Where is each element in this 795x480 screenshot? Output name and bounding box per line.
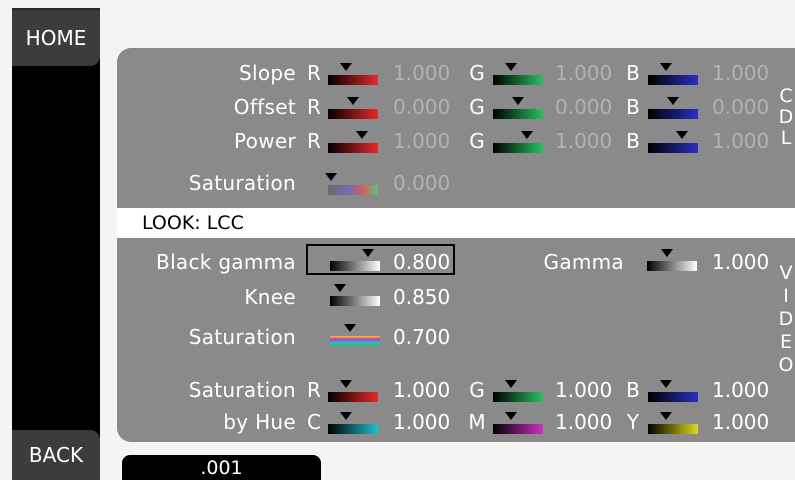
- power-b-letter: B: [626, 129, 640, 153]
- gamma-label: Gamma: [543, 250, 624, 274]
- cdl-letter-c: C: [779, 85, 793, 107]
- offset-r-letter: R: [307, 95, 321, 119]
- slope-b-value: 1.000: [712, 61, 770, 85]
- left-rail: [12, 8, 100, 480]
- sbh-c-letter: C: [307, 410, 321, 434]
- power-b-slider[interactable]: [648, 129, 698, 153]
- sbh-g-value: 1.000: [555, 378, 613, 402]
- sbh-g-letter: G: [469, 378, 485, 402]
- cdl-letter-l: L: [780, 127, 792, 149]
- slope-g-slider[interactable]: [493, 61, 543, 85]
- video-saturation-slider[interactable]: [330, 322, 380, 346]
- sbh-m-value: 1.000: [555, 410, 613, 434]
- step-value: .001: [200, 456, 243, 479]
- cdl-vertical-label: C D L: [776, 86, 795, 149]
- sbh-g-slider[interactable]: [493, 378, 543, 402]
- video-letter-e: E: [779, 331, 792, 353]
- offset-g-letter: G: [469, 95, 485, 119]
- power-g-slider[interactable]: [493, 129, 543, 153]
- sbh-c-value: 1.000: [393, 410, 451, 434]
- video-saturation-value: 0.700: [393, 325, 451, 349]
- sbh-y-value: 1.000: [712, 410, 770, 434]
- offset-r-slider[interactable]: [328, 95, 378, 119]
- power-r-slider[interactable]: [328, 129, 378, 153]
- black-gamma-slider[interactable]: [330, 247, 380, 271]
- slope-b-letter: B: [626, 61, 640, 85]
- sbh-r-value: 1.000: [393, 378, 451, 402]
- offset-b-value: 0.000: [712, 95, 770, 119]
- sbh-b-slider[interactable]: [648, 378, 698, 402]
- sat-by-hue-label-line1: Saturation: [188, 378, 296, 402]
- video-letter-d: D: [778, 308, 794, 330]
- power-r-value: 1.000: [393, 129, 451, 153]
- slope-r-value: 1.000: [393, 61, 451, 85]
- sbh-r-slider[interactable]: [328, 378, 378, 402]
- cdl-letter-d: D: [778, 106, 794, 128]
- gamma-value: 1.000: [712, 250, 770, 274]
- knee-value: 0.850: [393, 285, 451, 309]
- look-bar[interactable]: LOOK: LCC: [117, 208, 795, 238]
- slope-r-slider[interactable]: [328, 61, 378, 85]
- sbh-b-value: 1.000: [712, 378, 770, 402]
- sbh-m-letter: M: [468, 410, 486, 434]
- look-label: LOOK: LCC: [142, 212, 244, 234]
- step-value-field[interactable]: .001: [122, 455, 321, 480]
- offset-g-value: 0.000: [555, 95, 613, 119]
- home-button[interactable]: HOME: [12, 8, 100, 66]
- sbh-y-letter: Y: [626, 410, 640, 434]
- sbh-m-slider[interactable]: [493, 410, 543, 434]
- cdl-saturation-slider[interactable]: [325, 171, 378, 195]
- offset-g-slider[interactable]: [493, 95, 543, 119]
- slope-g-letter: G: [469, 61, 485, 85]
- gamma-slider[interactable]: [647, 247, 697, 271]
- power-label: Power: [234, 129, 296, 153]
- sbh-b-letter: B: [626, 378, 640, 402]
- power-r-letter: R: [307, 129, 321, 153]
- back-button[interactable]: BACK: [12, 430, 100, 480]
- knee-slider[interactable]: [330, 282, 380, 306]
- offset-label: Offset: [233, 95, 296, 119]
- sbh-y-slider[interactable]: [648, 410, 698, 434]
- sat-by-hue-label-line2: by Hue: [223, 410, 296, 434]
- black-gamma-value: 0.800: [393, 250, 451, 274]
- slope-b-slider[interactable]: [648, 61, 698, 85]
- power-b-value: 1.000: [712, 129, 770, 153]
- sbh-c-slider[interactable]: [328, 410, 378, 434]
- power-g-letter: G: [469, 129, 485, 153]
- knee-label: Knee: [244, 285, 296, 309]
- slope-g-value: 1.000: [555, 61, 613, 85]
- cdl-saturation-label: Saturation: [188, 171, 296, 195]
- video-saturation-label: Saturation: [188, 325, 296, 349]
- black-gamma-label: Black gamma: [156, 250, 296, 274]
- offset-r-value: 0.000: [393, 95, 451, 119]
- power-g-value: 1.000: [555, 129, 613, 153]
- slope-label: Slope: [239, 61, 296, 85]
- slope-r-letter: R: [307, 61, 321, 85]
- offset-b-slider[interactable]: [648, 95, 698, 119]
- video-letter-i: I: [783, 285, 789, 307]
- video-vertical-label: V I D E O: [776, 262, 795, 377]
- offset-b-letter: B: [626, 95, 640, 119]
- video-letter-o: O: [778, 354, 794, 376]
- video-letter-v: V: [779, 262, 793, 284]
- cdl-saturation-value: 0.000: [393, 171, 451, 195]
- sbh-r-letter: R: [307, 378, 321, 402]
